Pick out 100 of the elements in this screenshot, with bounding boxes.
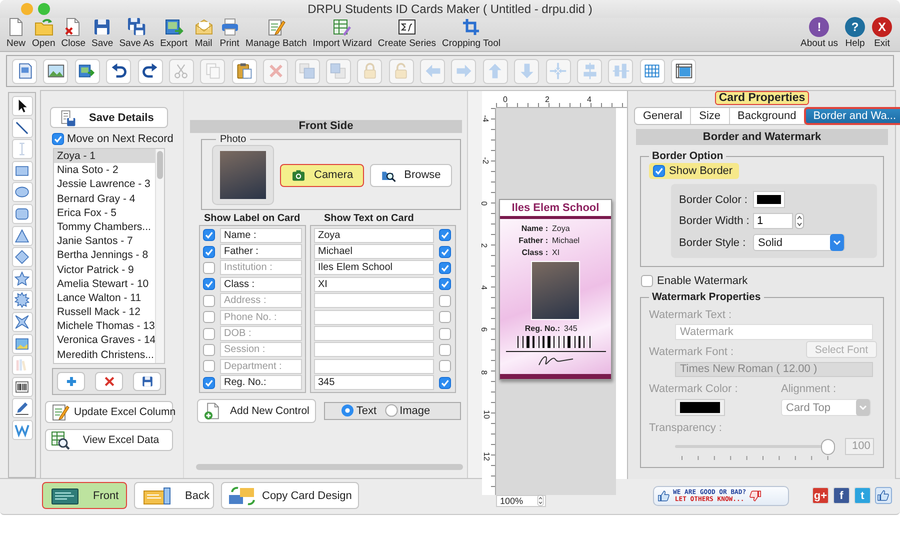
scrollbar[interactable]: [155, 149, 164, 363]
record-item[interactable]: Jessie Lawrence - 3: [54, 177, 155, 192]
menu-button[interactable]: Export: [158, 17, 190, 49]
text-field[interactable]: Michael: [314, 244, 434, 260]
record-item[interactable]: Amelia Stewart - 10: [54, 276, 155, 291]
menu-button[interactable]: Print: [218, 17, 242, 49]
record-item[interactable]: Victor Patrick - 9: [54, 262, 155, 277]
menu-button[interactable]: Import Wizard: [310, 17, 374, 49]
toolbar-button[interactable]: [232, 58, 257, 84]
copy-design-button[interactable]: Copy Card Design: [221, 482, 359, 509]
checkbox[interactable]: [203, 294, 215, 307]
checkbox[interactable]: [439, 360, 451, 372]
border-style-dropdown[interactable]: Solid: [753, 234, 845, 251]
toolbar-button[interactable]: [43, 58, 68, 84]
record-item[interactable]: Bertha Jennings - 8: [54, 248, 155, 262]
menu-button[interactable]: Manage Batch: [244, 17, 309, 49]
record-item[interactable]: Nina Soto - 2: [54, 163, 155, 178]
checkbox[interactable]: [439, 262, 451, 274]
tab[interactable]: Border and Wa...: [805, 108, 900, 124]
checkbox[interactable]: [203, 262, 215, 274]
browse-button[interactable]: Browse: [370, 164, 452, 186]
menu-button[interactable]: Create Series: [376, 17, 438, 49]
radio-button[interactable]: [384, 404, 398, 418]
save-button[interactable]: [133, 372, 161, 391]
checkbox[interactable]: [52, 133, 64, 145]
text-field[interactable]: 345: [314, 375, 434, 390]
toolbar-button[interactable]: [138, 58, 163, 84]
menu-button[interactable]: Mail: [192, 17, 216, 49]
checkbox[interactable]: [439, 278, 451, 290]
record-item[interactable]: Tommy Chambers...: [54, 220, 155, 234]
record-item[interactable]: Veronica Graves - 14: [54, 333, 155, 348]
label-field[interactable]: Father :: [220, 244, 302, 260]
view-button[interactable]: Front: [42, 482, 127, 509]
record-item[interactable]: Bernard Gray - 4: [54, 192, 155, 206]
menu-button[interactable]: Cropping Tool: [440, 17, 502, 49]
record-item[interactable]: Erica Fox - 5: [54, 206, 155, 220]
menu-button[interactable]: Close: [59, 17, 88, 49]
text-field[interactable]: XI: [314, 276, 434, 292]
checkbox[interactable]: [203, 360, 215, 372]
toolbar-button[interactable]: [12, 58, 37, 84]
checkbox[interactable]: [203, 311, 215, 324]
text-field[interactable]: [314, 310, 434, 325]
like-button[interactable]: [875, 487, 892, 504]
checkbox[interactable]: [439, 229, 451, 242]
exit-button[interactable]: X Exit: [870, 17, 894, 49]
checkbox[interactable]: [439, 246, 451, 258]
checkbox[interactable]: [203, 229, 215, 242]
checkbox[interactable]: [203, 328, 215, 340]
scrollbar[interactable]: [196, 464, 463, 470]
record-item[interactable]: Michele Thomas - 13: [54, 319, 155, 334]
checkbox[interactable]: [439, 328, 451, 340]
tool-button[interactable]: [12, 118, 32, 138]
social-button[interactable]: f: [833, 487, 850, 504]
view-button[interactable]: Back: [134, 482, 214, 509]
toolbar-button[interactable]: [640, 58, 665, 84]
text-field[interactable]: [314, 358, 434, 374]
camera-button[interactable]: Camera: [280, 164, 364, 186]
text-field[interactable]: [314, 326, 434, 342]
text-field[interactable]: [314, 342, 434, 358]
checkbox[interactable]: [439, 294, 451, 307]
text-field[interactable]: Zoya: [314, 228, 434, 243]
color-picker-button[interactable]: [753, 191, 785, 208]
about-button[interactable]: ! About us: [798, 17, 840, 49]
checkbox[interactable]: [203, 376, 215, 389]
menu-button[interactable]: Open: [30, 17, 58, 49]
checkbox[interactable]: [203, 344, 215, 356]
checkbox[interactable]: [439, 376, 451, 389]
tool-button[interactable]: [12, 96, 32, 116]
text-field[interactable]: [314, 293, 434, 308]
add-button[interactable]: [57, 372, 85, 391]
label-field[interactable]: Reg. No.:: [220, 375, 302, 390]
record-item[interactable]: Janie Santos - 7: [54, 234, 155, 248]
record-item[interactable]: Lance Walton - 11: [54, 290, 155, 306]
tool-button[interactable]: [12, 376, 32, 397]
zoom-field[interactable]: 100%: [496, 494, 546, 507]
menu-button[interactable]: Save As: [117, 17, 156, 49]
text-field[interactable]: Iles Elem School: [314, 260, 434, 276]
menu-button[interactable]: Save: [90, 17, 116, 49]
tab[interactable]: Size: [691, 108, 730, 124]
delete-button[interactable]: [95, 372, 123, 391]
window-zoom-button[interactable]: [38, 3, 50, 15]
radio-button[interactable]: [341, 404, 354, 418]
record-item[interactable]: Zoya - 1: [54, 149, 155, 164]
stepper-icon[interactable]: [795, 213, 804, 229]
label-field[interactable]: Name :: [220, 228, 302, 243]
checkbox[interactable]: [439, 344, 451, 356]
menu-button[interactable]: New: [4, 17, 28, 49]
record-item[interactable]: Russell Mack - 12: [54, 305, 155, 320]
help-button[interactable]: ? Help: [843, 17, 867, 49]
checkbox[interactable]: [203, 278, 215, 290]
checkbox[interactable]: [653, 165, 665, 177]
toolbar-button[interactable]: [74, 58, 100, 84]
border-width-field[interactable]: 1: [753, 213, 793, 229]
toolbar-button[interactable]: [106, 58, 132, 84]
record-item[interactable]: Meredith Christens...: [54, 348, 155, 362]
toolbar-button[interactable]: [671, 58, 696, 84]
checkbox[interactable]: [439, 311, 451, 324]
excel-button[interactable]: Update Excel Column: [45, 401, 173, 423]
tab[interactable]: General: [635, 108, 692, 124]
social-button[interactable]: g+: [812, 487, 829, 504]
